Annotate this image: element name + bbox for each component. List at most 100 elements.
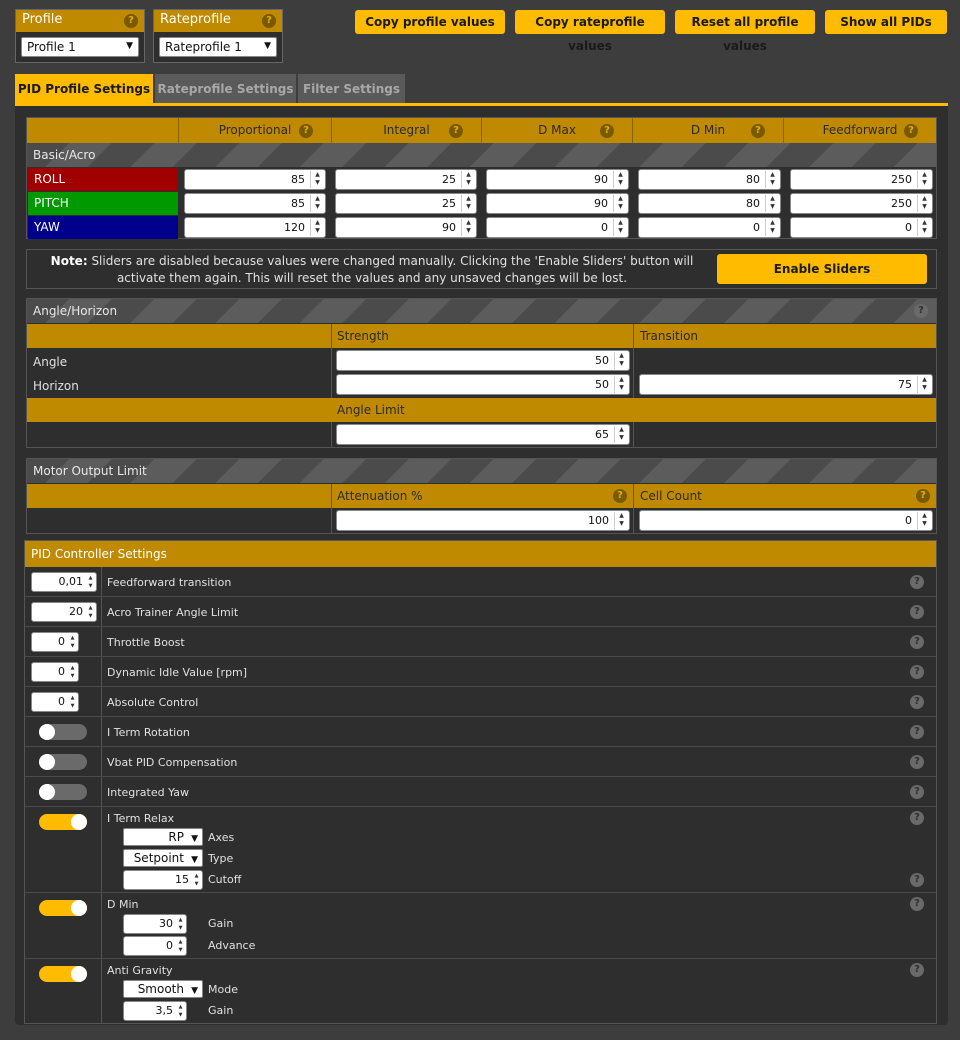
horizon-transition-input[interactable]: 75 ▲ ▼ (639, 374, 933, 395)
help-icon[interactable]: ? (910, 873, 924, 887)
spinner-arrows-icon[interactable]: ▲ ▼ (310, 171, 324, 188)
spinner-arrows-icon[interactable]: ▲ ▼ (310, 219, 324, 236)
spinner-arrows-icon[interactable]: ▲ ▼ (917, 512, 931, 529)
help-icon[interactable]: ? (910, 725, 924, 739)
help-icon[interactable]: ? (910, 811, 924, 825)
pitch-i-input[interactable]: 25 ▲ ▼ (335, 193, 477, 214)
anti-gravity-gain-input[interactable]: 3,5 ▲ ▼ (123, 1001, 187, 1021)
pitch-ff-input[interactable]: 250 ▲ ▼ (790, 193, 933, 214)
integrated-yaw-toggle[interactable] (39, 784, 87, 800)
spinner-arrows-icon[interactable]: ▲ ▼ (176, 916, 185, 932)
enable-sliders-button[interactable]: Enable Sliders (717, 254, 927, 284)
help-icon[interactable]: ? (262, 14, 276, 28)
spinner-arrows-icon[interactable]: ▲ ▼ (917, 376, 931, 393)
roll-dmax-input[interactable]: 90 ▲ ▼ (486, 169, 629, 190)
pitch-dmax-input[interactable]: 90 ▲ ▼ (486, 193, 629, 214)
help-icon[interactable]: ? (916, 489, 930, 503)
help-icon[interactable]: ? (910, 665, 924, 679)
help-icon[interactable]: ? (910, 755, 924, 769)
rateprofile-select[interactable]: Rateprofile 1 ▼ (159, 37, 277, 57)
tab-filter[interactable]: Filter Settings (298, 74, 405, 104)
tab-rateprofile[interactable]: Rateprofile Settings (155, 74, 296, 104)
iterm-relax-toggle[interactable] (39, 814, 87, 830)
help-icon[interactable]: ? (613, 489, 627, 503)
help-icon[interactable]: ? (910, 695, 924, 709)
spinner-arrows-icon[interactable]: ▲ ▼ (461, 171, 475, 188)
iterm-relax-axes-select[interactable]: RP ▼ (123, 828, 203, 846)
spinner-arrows-icon[interactable]: ▲ ▼ (613, 195, 627, 212)
anti-gravity-toggle[interactable] (39, 966, 87, 982)
angle-limit-input[interactable]: 65 ▲ ▼ (336, 424, 630, 445)
iterm-rotation-toggle[interactable] (39, 724, 87, 740)
iterm-relax-type-select[interactable]: Setpoint ▼ (123, 849, 203, 867)
yaw-i-input[interactable]: 90 ▲ ▼ (335, 217, 477, 238)
roll-i-input[interactable]: 25 ▲ ▼ (335, 169, 477, 190)
spinner-arrows-icon[interactable]: ▲ ▼ (176, 1003, 185, 1019)
reset-all-button[interactable]: Reset all profile values (675, 10, 815, 53)
spinner-arrows-icon[interactable]: ▲ ▼ (310, 195, 324, 212)
spinner-arrows-icon[interactable]: ▲ ▼ (614, 376, 628, 393)
spinner-arrows-icon[interactable]: ▲ ▼ (613, 219, 627, 236)
spinner-arrows-icon[interactable]: ▲ ▼ (461, 219, 475, 236)
help-icon[interactable]: ? (910, 575, 924, 589)
spinner-arrows-icon[interactable]: ▲ ▼ (176, 938, 185, 954)
roll-dmin-input[interactable]: 80 ▲ ▼ (638, 169, 781, 190)
spinner-arrows-icon[interactable]: ▲ ▼ (917, 219, 931, 236)
d-min-gain-input[interactable]: 30 ▲ ▼ (123, 914, 187, 934)
spinner-arrows-icon[interactable]: ▲ ▼ (765, 219, 779, 236)
help-icon[interactable]: ? (910, 963, 924, 977)
spinner-arrows-icon[interactable]: ▲ ▼ (68, 694, 77, 710)
yaw-dmin-input[interactable]: 0 ▲ ▼ (638, 217, 781, 238)
cell-count-input[interactable]: 0 ▲ ▼ (639, 510, 933, 531)
help-icon[interactable]: ? (914, 304, 928, 318)
help-icon[interactable]: ? (910, 635, 924, 649)
absolute-control-input[interactable]: 0 ▲ ▼ (31, 692, 79, 712)
attenuation-input[interactable]: 100 ▲ ▼ (336, 510, 630, 531)
vbat-comp-toggle[interactable] (39, 754, 87, 770)
roll-p-input[interactable]: 85 ▲ ▼ (184, 169, 326, 190)
pitch-p-input[interactable]: 85 ▲ ▼ (184, 193, 326, 214)
spinner-arrows-icon[interactable]: ▲ ▼ (461, 195, 475, 212)
help-icon[interactable]: ? (910, 897, 924, 911)
spinner-arrows-icon[interactable]: ▲ ▼ (614, 352, 628, 369)
yaw-dmax-input[interactable]: 0 ▲ ▼ (486, 217, 629, 238)
spinner-arrows-icon[interactable]: ▲ ▼ (765, 195, 779, 212)
spinner-arrows-icon[interactable]: ▲ ▼ (917, 195, 931, 212)
tab-pid-profile[interactable]: PID Profile Settings (15, 74, 153, 104)
help-icon[interactable]: ? (449, 124, 463, 138)
spinner-arrows-icon[interactable]: ▲ ▼ (614, 512, 628, 529)
profile-select[interactable]: Profile 1 ▼ (21, 37, 139, 57)
spinner-arrows-icon[interactable]: ▲ ▼ (613, 171, 627, 188)
spinner-arrows-icon[interactable]: ▲ ▼ (68, 634, 77, 650)
help-icon[interactable]: ? (910, 785, 924, 799)
copy-profile-button[interactable]: Copy profile values (355, 10, 505, 34)
spinner-arrows-icon[interactable]: ▲ ▼ (68, 664, 77, 680)
yaw-p-input[interactable]: 120 ▲ ▼ (184, 217, 326, 238)
help-icon[interactable]: ? (600, 124, 614, 138)
help-icon[interactable]: ? (124, 14, 138, 28)
copy-rateprofile-button[interactable]: Copy rateprofile values (515, 10, 665, 53)
pitch-dmin-input[interactable]: 80 ▲ ▼ (638, 193, 781, 214)
anti-gravity-mode-select[interactable]: Smooth ▼ (123, 980, 203, 998)
ff-transition-input[interactable]: 0,01 ▲ ▼ (31, 572, 97, 592)
spinner-arrows-icon[interactable]: ▲ ▼ (917, 171, 931, 188)
roll-ff-input[interactable]: 250 ▲ ▼ (790, 169, 933, 190)
help-icon[interactable]: ? (910, 605, 924, 619)
spinner-arrows-icon[interactable]: ▲ ▼ (86, 604, 95, 620)
dynamic-idle-input[interactable]: 0 ▲ ▼ (31, 662, 79, 682)
horizon-strength-input[interactable]: 50 ▲ ▼ (336, 374, 630, 395)
help-icon[interactable]: ? (751, 124, 765, 138)
show-all-pids-button[interactable]: Show all PIDs (825, 10, 947, 34)
angle-strength-input[interactable]: 50 ▲ ▼ (336, 350, 630, 371)
acro-trainer-input[interactable]: 20 ▲ ▼ (31, 602, 97, 622)
yaw-ff-input[interactable]: 0 ▲ ▼ (790, 217, 933, 238)
help-icon[interactable]: ? (299, 124, 313, 138)
throttle-boost-input[interactable]: 0 ▲ ▼ (31, 632, 79, 652)
spinner-arrows-icon[interactable]: ▲ ▼ (192, 872, 201, 888)
iterm-relax-cutoff-input[interactable]: 15 ▲ ▼ (123, 870, 203, 890)
d-min-toggle[interactable] (39, 900, 87, 916)
spinner-arrows-icon[interactable]: ▲ ▼ (86, 574, 95, 590)
spinner-arrows-icon[interactable]: ▲ ▼ (614, 426, 628, 443)
help-icon[interactable]: ? (904, 124, 918, 138)
spinner-arrows-icon[interactable]: ▲ ▼ (765, 171, 779, 188)
